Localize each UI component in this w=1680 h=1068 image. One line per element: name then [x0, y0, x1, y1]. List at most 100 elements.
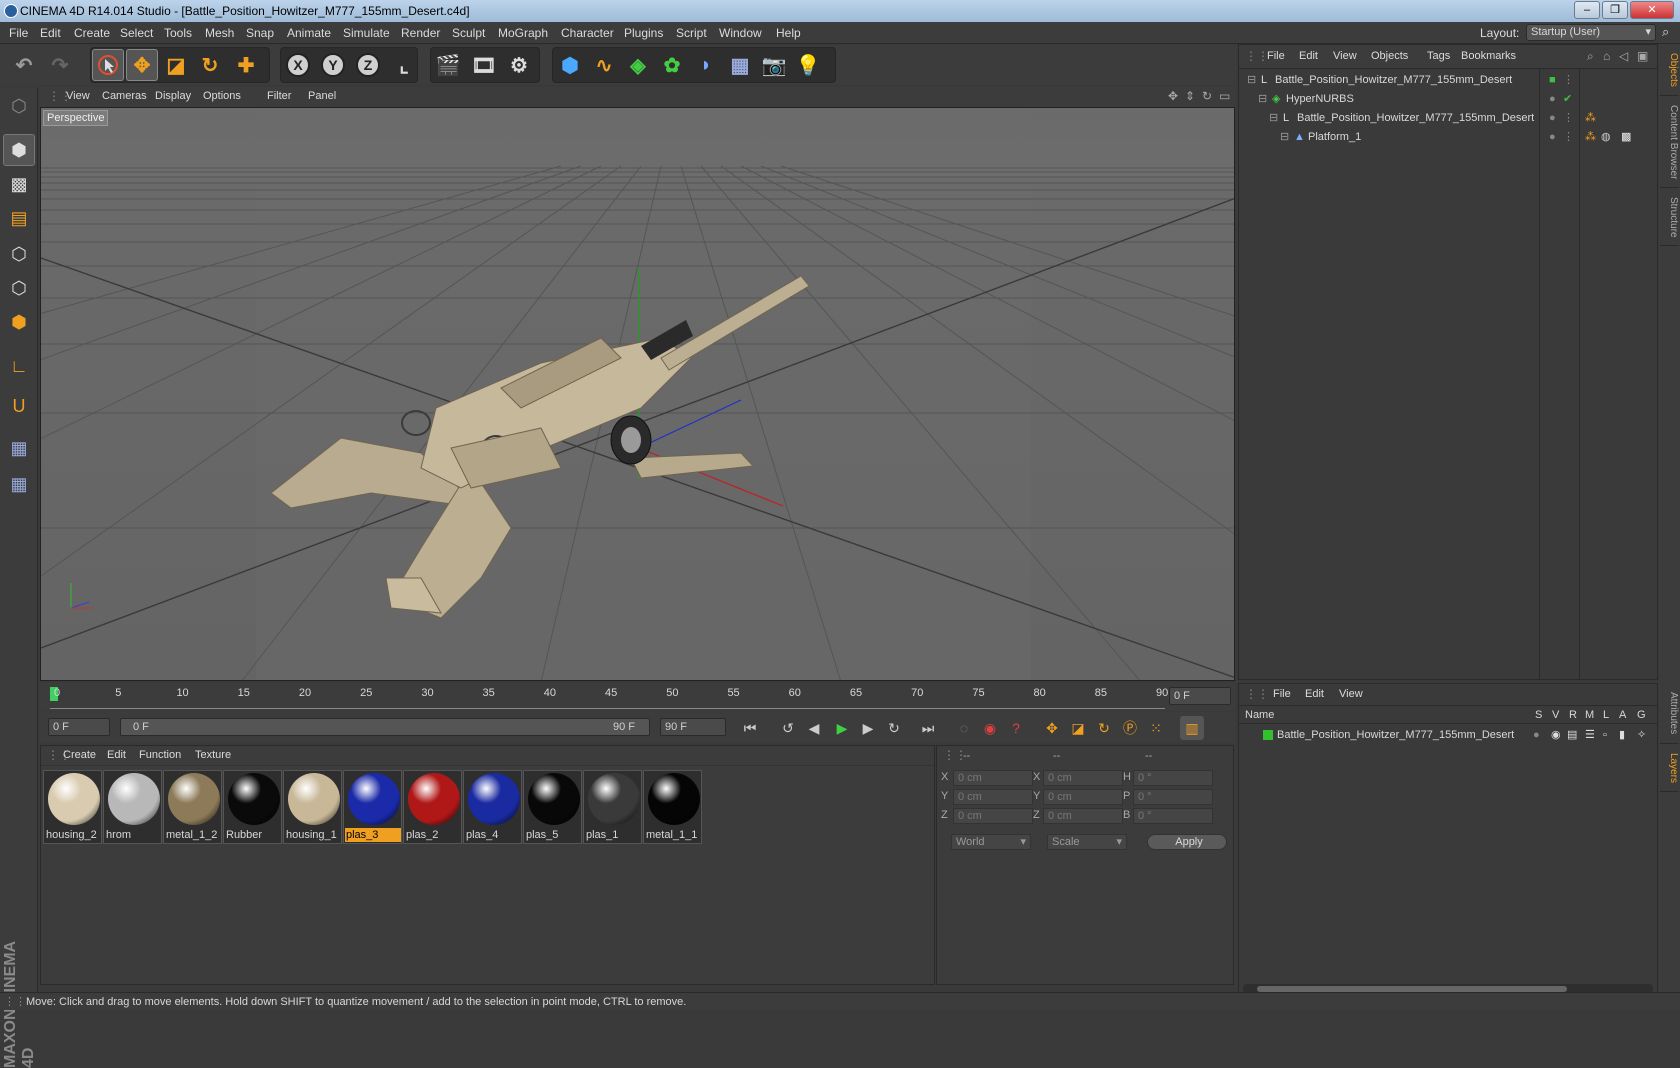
- x-axis-lock-icon[interactable]: X: [282, 49, 314, 81]
- menu-help[interactable]: Help: [776, 26, 801, 40]
- visibility-dots-icon[interactable]: ⋮: [1563, 109, 1574, 128]
- viewport-label[interactable]: Perspective: [43, 110, 109, 126]
- spline-icon[interactable]: ∿: [588, 49, 620, 81]
- visibility-dots-icon[interactable]: ✔: [1563, 90, 1572, 109]
- tab-structure[interactable]: Structure: [1660, 190, 1679, 246]
- material-menu-create[interactable]: Create: [63, 749, 96, 761]
- tweak-magnet-icon[interactable]: U: [3, 390, 35, 422]
- render-settings-icon[interactable]: ⚙: [503, 49, 535, 81]
- coord-value-field[interactable]: 0 cm: [953, 808, 1033, 824]
- next-frame-icon[interactable]: ▶: [856, 716, 880, 740]
- layer-dot-icon[interactable]: ●: [1549, 109, 1556, 128]
- camera-icon[interactable]: 📷: [758, 49, 790, 81]
- viewport-menu-options[interactable]: Options: [203, 90, 241, 102]
- phong-tag-icon[interactable]: ⁂: [1585, 128, 1596, 147]
- keyframe-help-icon[interactable]: ?: [1004, 716, 1028, 740]
- viewport-menu-view[interactable]: View: [66, 90, 90, 102]
- menu-window[interactable]: Window: [719, 26, 762, 40]
- material-menu-function[interactable]: Function: [139, 749, 181, 761]
- new-window-icon[interactable]: ▣: [1637, 49, 1648, 63]
- menu-plugins[interactable]: Plugins: [624, 26, 663, 40]
- key-position-icon[interactable]: ✥: [1040, 716, 1064, 740]
- visibility-dots-icon[interactable]: ⋮: [1563, 128, 1574, 147]
- visibility-dots-icon[interactable]: ⋮: [1563, 71, 1574, 90]
- menu-mesh[interactable]: Mesh: [205, 26, 234, 40]
- redo-icon[interactable]: ↷: [44, 49, 76, 81]
- object-row[interactable]: ⊟ L Battle_Position_Howitzer_M777_155mm_De…: [1239, 71, 1657, 90]
- coordinate-space-select[interactable]: World ▾: [951, 834, 1031, 850]
- menu-create[interactable]: Create: [74, 26, 110, 40]
- expand-toggle-icon[interactable]: ⊟: [1269, 109, 1278, 128]
- menu-animate[interactable]: Animate: [287, 26, 331, 40]
- workplane-mode-icon[interactable]: ▤: [3, 202, 35, 234]
- menu-script[interactable]: Script: [676, 26, 707, 40]
- record-keys-icon[interactable]: ◌: [952, 716, 976, 740]
- material-name[interactable]: hrom: [105, 828, 161, 842]
- object-name[interactable]: Platform_1: [1308, 128, 1361, 147]
- expand-toggle-icon[interactable]: ⊟: [1280, 128, 1289, 147]
- light-icon[interactable]: 💡: [792, 49, 824, 81]
- layer-menu-file[interactable]: File: [1273, 688, 1291, 700]
- render-picture-viewer-icon[interactable]: 🎞: [468, 49, 500, 81]
- object-name[interactable]: Battle_Position_Howitzer_M777_155mm_Dese…: [1297, 109, 1534, 128]
- texture-mode-icon[interactable]: ▩: [3, 168, 35, 200]
- 3d-viewport[interactable]: Perspective: [40, 107, 1235, 681]
- expand-toggle-icon[interactable]: ⊟: [1247, 71, 1256, 90]
- menu-render[interactable]: Render: [401, 26, 440, 40]
- viewport-menu-display[interactable]: Display: [155, 90, 191, 102]
- nurbs-icon[interactable]: ◈: [622, 49, 654, 81]
- start-frame-field[interactable]: 0 F: [48, 718, 110, 736]
- polygons-mode-icon[interactable]: ⬢: [3, 306, 35, 338]
- coord-value-field[interactable]: 0 °: [1133, 808, 1213, 824]
- timeline-window-icon[interactable]: ▥: [1180, 716, 1204, 740]
- menu-character[interactable]: Character: [561, 26, 614, 40]
- material-swatch[interactable]: plas_5: [523, 770, 582, 844]
- material-swatch[interactable]: housing_2: [43, 770, 102, 844]
- object-name[interactable]: Battle_Position_Howitzer_M777_155mm_Dese…: [1275, 71, 1512, 90]
- menu-snap[interactable]: Snap: [246, 26, 274, 40]
- close-button[interactable]: ✕: [1630, 1, 1674, 19]
- viewport-toggle-icon[interactable]: ▭: [1219, 89, 1230, 103]
- mograph-cloner-icon[interactable]: ✿: [656, 49, 688, 81]
- y-axis-lock-icon[interactable]: Y: [317, 49, 349, 81]
- viewport-rotate-icon[interactable]: ↻: [1202, 89, 1212, 103]
- tab-attributes[interactable]: Attributes: [1660, 684, 1679, 744]
- material-swatch[interactable]: hrom: [103, 770, 162, 844]
- size-mode-select[interactable]: Scale ▾: [1047, 834, 1127, 850]
- menu-mograph[interactable]: MoGraph: [498, 26, 548, 40]
- timeline-ruler[interactable]: 0 5 10 15 20 25 30 35 40 45 50 55 60 65 70 75 80 85 90 0 F: [40, 683, 1235, 711]
- minimize-button[interactable]: –: [1574, 1, 1600, 19]
- apply-button[interactable]: Apply: [1147, 834, 1227, 850]
- tab-content-browser[interactable]: Content Browser: [1660, 98, 1679, 188]
- viewport-menu-cameras[interactable]: Cameras: [102, 90, 147, 102]
- material-swatch[interactable]: plas_1: [583, 770, 642, 844]
- key-parameter-icon[interactable]: Ⓟ: [1118, 716, 1142, 740]
- workplane-lock-icon[interactable]: ▦: [3, 432, 35, 464]
- layer-menu-edit[interactable]: Edit: [1305, 688, 1324, 700]
- restore-button[interactable]: ❐: [1602, 1, 1628, 19]
- texture-tag-icon[interactable]: ▩: [1621, 128, 1631, 147]
- floor-scene-icon[interactable]: ▦: [724, 49, 756, 81]
- layer-color-swatch[interactable]: [1263, 730, 1273, 740]
- material-name[interactable]: metal_1_1: [645, 828, 701, 842]
- material-name[interactable]: plas_4: [465, 828, 521, 842]
- object-menu-view[interactable]: View: [1333, 50, 1357, 62]
- menu-file[interactable]: File: [9, 26, 28, 40]
- go-to-start-icon[interactable]: ⏮: [738, 716, 762, 740]
- material-swatch[interactable]: plas_4: [463, 770, 522, 844]
- viewport-zoom-icon[interactable]: ⇕: [1185, 89, 1195, 103]
- material-name[interactable]: plas_2: [405, 828, 461, 842]
- collapse-icon[interactable]: ◁: [1619, 49, 1628, 63]
- coord-value-field[interactable]: 0 cm: [953, 789, 1033, 805]
- menu-sculpt[interactable]: Sculpt: [452, 26, 485, 40]
- object-row[interactable]: ⊟ ◈ HyperNURBS ● ✔: [1239, 90, 1657, 109]
- layer-dot-icon[interactable]: ●: [1549, 90, 1556, 109]
- end-frame-field[interactable]: 90 F: [660, 718, 726, 736]
- scale-tool-icon[interactable]: ◪: [160, 49, 192, 81]
- play-icon[interactable]: ▶: [830, 716, 854, 740]
- coord-value-field[interactable]: 0 cm: [1043, 789, 1123, 805]
- coordinate-system-icon[interactable]: ⌞: [388, 49, 420, 81]
- material-swatch[interactable]: metal_1_2: [163, 770, 222, 844]
- key-pla-icon[interactable]: ⁙: [1144, 716, 1168, 740]
- layer-solo-icon[interactable]: ●: [1533, 726, 1540, 744]
